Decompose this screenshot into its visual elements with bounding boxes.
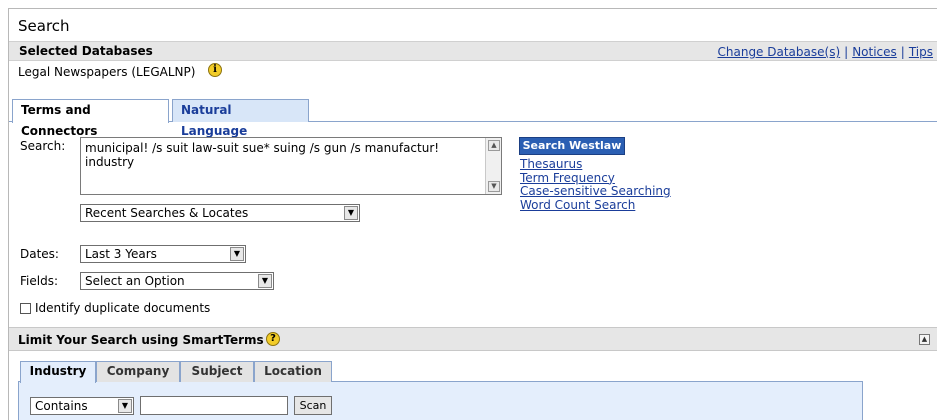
collapse-icon[interactable]: ▲	[919, 334, 930, 345]
identify-duplicates-label: Identify duplicate documents	[35, 301, 211, 315]
tab-terms-and-connectors[interactable]: Terms and Connectors	[12, 99, 169, 138]
notices-link[interactable]: Notices	[852, 45, 897, 59]
dates-select[interactable]: Last 3 Years ▼	[80, 245, 246, 263]
dates-value: Last 3 Years	[85, 247, 157, 261]
scroll-up-icon[interactable]: ▲	[488, 140, 500, 151]
search-scrollbar[interactable]: ▲ ▼	[485, 138, 501, 194]
dropdown-arrow-icon[interactable]: ▼	[258, 274, 272, 288]
change-databases-link[interactable]: Change Database(s)	[718, 45, 841, 59]
database-links: Change Database(s) | Notices | Tips	[718, 45, 934, 59]
identify-duplicates-row: Identify duplicate documents	[20, 301, 210, 315]
fields-label: Fields:	[20, 274, 58, 288]
search-query-text: municipal! /s suit law-suit sue* suing /…	[85, 141, 440, 169]
separator: |	[900, 45, 905, 59]
smartterms-heading: Limit Your Search using SmartTerms	[18, 333, 264, 347]
tab-subject[interactable]: Subject	[180, 361, 254, 382]
help-icon[interactable]: ?	[266, 332, 280, 346]
search-textarea[interactable]: municipal! /s suit law-suit sue* suing /…	[80, 137, 502, 195]
dates-label: Dates:	[20, 247, 59, 261]
dropdown-arrow-icon[interactable]: ▼	[118, 399, 132, 413]
selected-database-name: Legal Newspapers (LEGALNP)	[18, 65, 196, 79]
fields-value: Select an Option	[85, 274, 185, 288]
identify-duplicates-checkbox[interactable]	[20, 302, 31, 314]
match-type-value: Contains	[35, 399, 88, 413]
info-icon[interactable]: i	[208, 63, 222, 77]
smartterms-input[interactable]	[140, 396, 288, 415]
word-count-search-link[interactable]: Word Count Search	[520, 198, 671, 213]
tips-link[interactable]: Tips	[909, 45, 933, 59]
selected-databases-heading: Selected Databases	[19, 44, 153, 58]
page-title: Search	[18, 17, 70, 35]
separator: |	[844, 45, 849, 59]
match-type-select[interactable]: Contains ▼	[30, 397, 134, 415]
fields-select[interactable]: Select an Option ▼	[80, 272, 274, 290]
dropdown-arrow-icon[interactable]: ▼	[230, 247, 244, 261]
tab-location[interactable]: Location	[254, 361, 332, 382]
recent-searches-select[interactable]: Recent Searches & Locates ▼	[80, 204, 360, 222]
recent-searches-value: Recent Searches & Locates	[85, 206, 249, 220]
dropdown-arrow-icon[interactable]: ▼	[344, 206, 358, 220]
scroll-down-icon[interactable]: ▼	[488, 181, 500, 192]
scan-button[interactable]: Scan	[294, 396, 332, 415]
selected-databases-bar: Selected Databases Change Database(s) | No…	[9, 41, 937, 61]
thesaurus-link[interactable]: Thesaurus	[520, 157, 671, 172]
case-sensitive-searching-link[interactable]: Case-sensitive Searching	[520, 184, 671, 199]
tab-company[interactable]: Company	[96, 361, 180, 382]
term-frequency-link[interactable]: Term Frequency	[520, 171, 671, 186]
search-westlaw-button[interactable]: Search Westlaw	[519, 137, 625, 155]
tab-industry[interactable]: Industry	[20, 361, 96, 383]
search-tools-links: Thesaurus Term Frequency Case-sensitive …	[520, 157, 671, 213]
smartterms-bar: Limit Your Search using SmartTerms ? ▲	[9, 327, 937, 351]
tab-natural-language[interactable]: Natural Language	[172, 99, 309, 138]
